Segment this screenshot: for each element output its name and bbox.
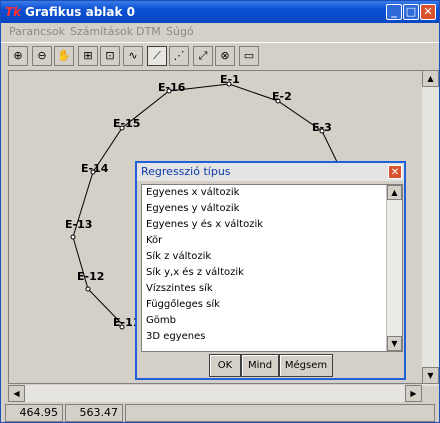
minimize-button[interactable]: _ [386, 4, 402, 20]
menu-parancsok[interactable]: Parancsok [9, 25, 65, 38]
list-item[interactable]: 3D egyenes [146, 331, 206, 342]
label-e-15: E-15 [113, 117, 140, 130]
status-message [125, 404, 435, 422]
pan-hand-icon[interactable]: ✋ [54, 46, 74, 66]
point-e-12[interactable]: E-12 [77, 270, 104, 292]
dialog-close-button[interactable]: ✕ [388, 165, 402, 179]
list-scroll-down-button[interactable]: ▼ [387, 336, 402, 351]
list-item[interactable]: Egyenes x változik [146, 187, 239, 198]
app-icon: Tk [5, 5, 22, 19]
scroll-right-button[interactable]: ▶ [405, 385, 422, 402]
regression-type-dialog: Regresszió típus ✕ Egyenes x változik Eg… [135, 161, 406, 380]
point-e-2[interactable]: E-2 [272, 90, 292, 104]
menu-dtm[interactable]: DTM [136, 25, 161, 38]
menu-sugo[interactable]: Súgó [166, 25, 194, 38]
menu-bar: Parancsok Számítások DTM Súgó [1, 23, 439, 41]
window-title: Grafikus ablak 0 [25, 5, 136, 19]
list-scroll-up-button[interactable]: ▲ [387, 185, 402, 200]
zoom-in-icon[interactable]: ⊕ [8, 46, 28, 66]
label-e-14: E-14 [81, 162, 109, 175]
draw-line-icon[interactable]: ∿ [123, 46, 143, 66]
point-e-14[interactable]: E-14 [81, 162, 109, 175]
point-e-13[interactable]: E-13 [65, 218, 92, 240]
label-e-13: E-13 [65, 218, 92, 231]
list-scrollbar[interactable]: ▲ ▼ [386, 185, 402, 351]
scale-icon[interactable]: ⤢ [193, 46, 213, 66]
label-e-2: E-2 [272, 90, 292, 103]
list-item[interactable]: Vízszintes sík [146, 283, 213, 294]
horizontal-scrollbar[interactable]: ◀ ▶ [8, 385, 422, 402]
list-item[interactable]: Kör [146, 235, 162, 246]
zoom-window-icon[interactable]: ⊞ [78, 46, 98, 66]
rectangle-icon[interactable]: ▭ [239, 46, 259, 66]
list-item[interactable]: Sík y,x és z változik [146, 267, 244, 278]
scroll-down-button[interactable]: ▼ [422, 367, 439, 384]
close-button[interactable]: ✕ [420, 4, 436, 20]
status-y-coordinate: 563.47 [65, 404, 123, 422]
point-e-3[interactable]: E-3 [312, 121, 332, 134]
regression-type-list[interactable]: Egyenes x változik Egyenes y változik Eg… [141, 184, 403, 352]
zoom-extents-icon[interactable]: ⊡ [100, 46, 120, 66]
cancel-button[interactable]: Mégsem [279, 354, 333, 377]
label-e-1: E-1 [220, 73, 240, 86]
rotate-icon[interactable]: ⊗ [215, 46, 235, 66]
list-item[interactable]: Egyenes y változik [146, 203, 239, 214]
line-select-icon[interactable]: ⟋ [147, 46, 167, 66]
graphics-window: Tk Grafikus ablak 0 _ □ ✕ Parancsok Szám… [0, 0, 440, 423]
label-e-12: E-12 [77, 270, 104, 283]
menu-szamitasok[interactable]: Számítások [70, 25, 133, 38]
list-item[interactable]: Gömb [146, 315, 176, 326]
point-select-icon[interactable]: ⋰ [169, 46, 189, 66]
status-bar: 464.95 563.47 [1, 402, 439, 423]
title-bar[interactable]: Tk Grafikus ablak 0 _ □ ✕ [1, 1, 439, 23]
scroll-left-button[interactable]: ◀ [8, 385, 25, 402]
vertical-scrollbar[interactable]: ▲ ▼ [422, 70, 439, 386]
list-item[interactable]: Sík z változik [146, 251, 211, 262]
maximize-button[interactable]: □ [403, 4, 419, 20]
point-e-1[interactable]: E-1 [220, 73, 240, 87]
point-e-16[interactable]: E-16 [158, 81, 186, 94]
dialog-title[interactable]: Regresszió típus [137, 163, 404, 181]
list-item[interactable]: Egyenes y és x változik [146, 219, 263, 230]
ok-button[interactable]: OK [209, 354, 241, 377]
scroll-up-button[interactable]: ▲ [422, 70, 439, 87]
label-e-16: E-16 [158, 81, 186, 94]
label-e-3: E-3 [312, 121, 332, 134]
zoom-out-icon[interactable]: ⊖ [32, 46, 52, 66]
all-button[interactable]: Mind [241, 354, 279, 377]
point-e-15[interactable]: E-15 [113, 117, 140, 131]
toolbar: ⊕ ⊖ ✋ ⊞ ⊡ ∿ ⟋ ⋰ ⤢ ⊗ ▭ [1, 42, 439, 68]
status-x-coordinate: 464.95 [5, 404, 63, 422]
list-item[interactable]: Függőleges sík [146, 299, 220, 310]
